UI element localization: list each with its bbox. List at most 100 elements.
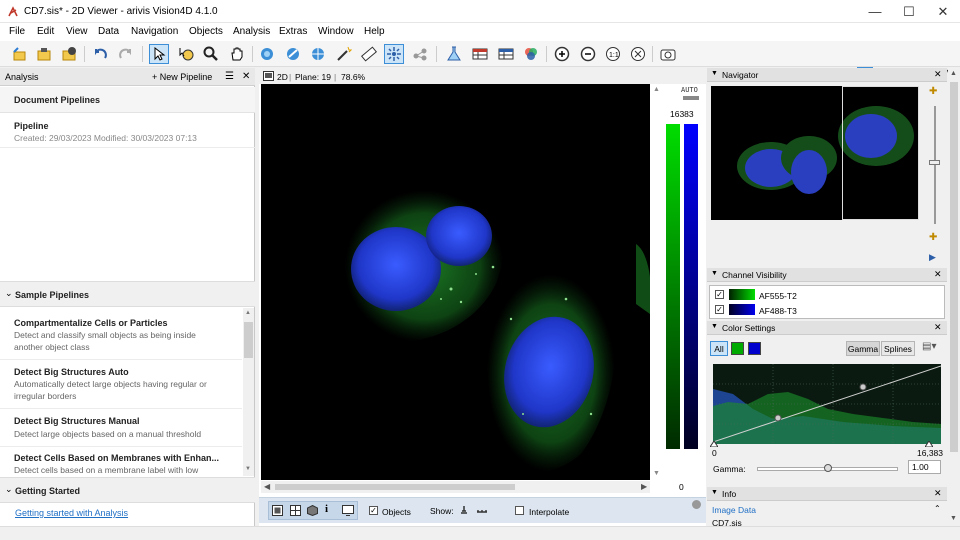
rotate-icon[interactable]	[257, 44, 277, 64]
navigator-header[interactable]: ▼ Navigator ✕	[707, 68, 947, 82]
navigator-thumbnail[interactable]	[711, 86, 919, 220]
close-channel-visibility-icon[interactable]: ✕	[934, 269, 942, 280]
list-item[interactable]: Compartmentalize Cells or Particles Dete…	[0, 314, 242, 360]
nav-camera-icon[interactable]: ▶	[929, 252, 936, 263]
max-handle-icon[interactable]	[925, 441, 933, 447]
gamma-slider-thumb[interactable]	[824, 464, 832, 472]
close-navigator-icon[interactable]: ✕	[934, 69, 942, 80]
magic-wand-icon[interactable]	[334, 44, 354, 64]
analysis-panel: Analysis + New Pipeline ☰ ✕ Document Pip…	[0, 68, 255, 526]
sample-pipelines-header[interactable]: ⌄ Sample Pipelines	[0, 281, 255, 307]
menu-data[interactable]: Data	[98, 26, 119, 37]
close-info-icon[interactable]: ✕	[934, 488, 942, 499]
gamma-button[interactable]: Gamma	[846, 341, 880, 356]
min-handle-icon[interactable]	[710, 441, 718, 447]
pan-hand-icon[interactable]	[227, 44, 247, 64]
list-item[interactable]: Detect Big Structures Manual Detect larg…	[0, 412, 242, 447]
view-single-icon[interactable]	[272, 505, 283, 516]
lut-scroll-up-icon[interactable]: ▲	[653, 86, 660, 93]
zoom-fit-icon[interactable]	[628, 44, 648, 64]
data-table-icon[interactable]	[496, 44, 516, 64]
minimize-icon[interactable]: —	[858, 0, 892, 23]
pipeline-item[interactable]: Pipeline Created: 29/03/2023 Modified: 3…	[0, 114, 255, 148]
zoom-out-icon[interactable]	[578, 44, 598, 64]
new-pipeline-button[interactable]: + New Pipeline	[152, 72, 212, 82]
histogram-graph[interactable]	[713, 364, 941, 444]
channel-visibility-header[interactable]: ▼ Channel Visibility ✕	[707, 268, 947, 282]
microscopy-image	[344, 190, 650, 473]
zoom-in-nav-icon[interactable]: ✚	[929, 86, 937, 97]
undo-icon[interactable]	[90, 44, 110, 64]
tracking-tool-icon[interactable]	[384, 44, 404, 64]
view-screen-icon[interactable]	[342, 505, 354, 516]
blue-channel-button[interactable]	[748, 342, 761, 355]
color-settings-header[interactable]: ▼ Color Settings ✕	[707, 321, 947, 335]
objects-table-icon[interactable]	[470, 44, 490, 64]
splines-button[interactable]: Splines	[881, 341, 915, 356]
info-icon[interactable]: i	[325, 503, 328, 515]
info-expand-icon[interactable]: ⌃	[934, 504, 941, 513]
channel-1-checkbox[interactable]: ✓	[715, 290, 724, 299]
view-3d-icon[interactable]	[307, 505, 318, 516]
sample-list-scrollbar[interactable]: ▲ ▼	[243, 308, 254, 476]
gamma-slider[interactable]	[757, 464, 898, 472]
close-panel-icon[interactable]: ✕	[242, 71, 250, 82]
view-gallery-icon[interactable]	[290, 505, 301, 516]
menu-edit[interactable]: Edit	[37, 26, 54, 37]
measure-object-icon[interactable]	[308, 44, 328, 64]
color-settings-menu-icon[interactable]: ▤▾	[922, 341, 936, 352]
list-item[interactable]: Detect Cells Based on Membranes with Enh…	[0, 449, 242, 476]
menu-objects[interactable]: Objects	[189, 26, 223, 37]
show-tracks-icon[interactable]	[476, 505, 488, 515]
close-color-settings-icon[interactable]: ✕	[934, 322, 942, 333]
menu-icon[interactable]: ☰	[225, 71, 234, 82]
right-panel-scrollbar[interactable]: ▲ ▼	[948, 68, 960, 526]
menu-navigation[interactable]: Navigation	[131, 26, 178, 37]
track-editor-icon[interactable]	[410, 44, 430, 64]
open-icon[interactable]	[34, 44, 54, 64]
menu-help[interactable]: Help	[364, 26, 385, 37]
image-canvas[interactable]	[261, 84, 650, 480]
all-channels-button[interactable]: All	[710, 341, 728, 356]
objects-checkbox[interactable]: ✓	[369, 506, 378, 515]
menu-file[interactable]: File	[9, 26, 25, 37]
view-mode: 2D	[277, 72, 288, 82]
navigator-zoom-slider[interactable]: ✚ ✚ ▶	[927, 86, 943, 266]
redo-icon[interactable]	[116, 44, 136, 64]
chevron-down-icon: ⌄	[5, 288, 13, 298]
new-icon[interactable]	[9, 44, 29, 64]
lut-auto-button[interactable]: AUTO	[681, 86, 698, 94]
interpolate-checkbox[interactable]	[515, 506, 524, 515]
analysis-flask-icon[interactable]	[444, 44, 464, 64]
menu-window[interactable]: Window	[318, 26, 354, 37]
channel-2-checkbox[interactable]: ✓	[715, 305, 724, 314]
green-channel-button[interactable]	[731, 342, 744, 355]
canvas-hscrollbar[interactable]: ◀ ▶	[261, 481, 650, 493]
getting-started-header[interactable]: ⌄ Getting Started	[0, 477, 255, 503]
pointer-tool-icon[interactable]	[149, 44, 169, 64]
getting-started-link[interactable]: Getting started with Analysis	[15, 508, 128, 518]
channel-colors-icon[interactable]	[521, 44, 541, 64]
zoom-icon[interactable]	[201, 44, 221, 64]
green-lut-bar[interactable]	[666, 124, 680, 449]
zoom-in-icon[interactable]	[552, 44, 572, 64]
maximize-icon[interactable]: ☐	[892, 0, 926, 23]
list-item[interactable]: Detect Big Structures Auto Automatically…	[0, 363, 242, 409]
close-window-icon[interactable]: ✕	[926, 0, 960, 23]
close-file-icon[interactable]	[59, 44, 79, 64]
gamma-input[interactable]: 1.00	[908, 460, 941, 474]
show-objects-icon[interactable]	[459, 505, 469, 515]
image-data-label[interactable]: Image Data	[712, 505, 756, 515]
zoom-1to1-icon[interactable]: 1:1	[603, 44, 623, 64]
blue-lut-bar[interactable]	[684, 124, 698, 449]
lut-scroll-down-icon[interactable]: ▼	[653, 470, 660, 477]
menu-analysis[interactable]: Analysis	[233, 26, 270, 37]
snapshot-camera-icon[interactable]	[658, 44, 678, 64]
menu-extras[interactable]: Extras	[279, 26, 307, 37]
menu-view[interactable]: View	[66, 26, 88, 37]
info-header[interactable]: ▼ Info ✕	[707, 487, 947, 501]
object-select-icon[interactable]	[176, 44, 196, 64]
zoom-out-nav-icon[interactable]: ✚	[929, 232, 937, 243]
draw-object-icon[interactable]	[283, 44, 303, 64]
ruler-icon[interactable]	[359, 44, 379, 64]
